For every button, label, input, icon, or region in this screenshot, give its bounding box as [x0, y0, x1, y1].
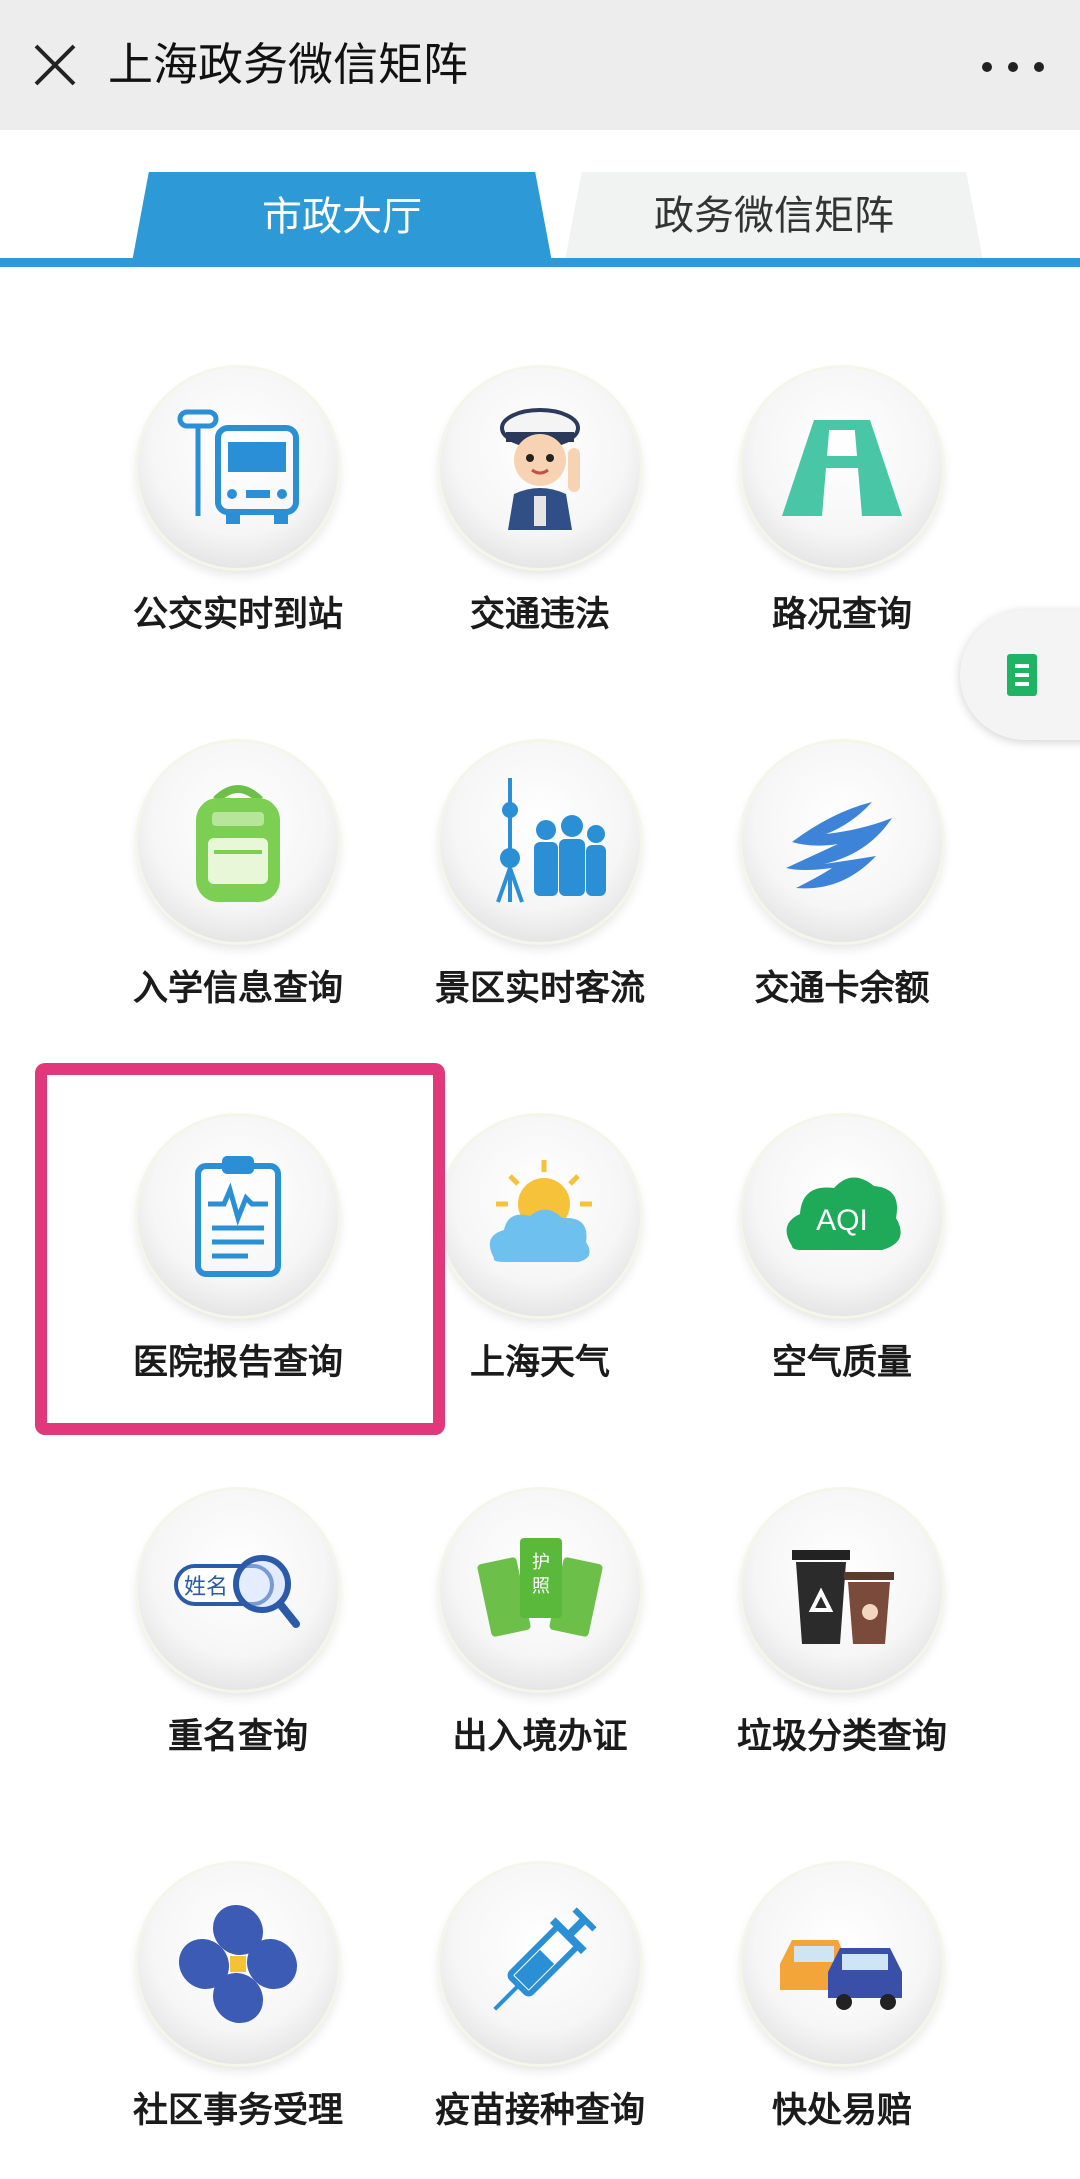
service-label: 快处易赔 [771, 2091, 912, 2131]
close-icon[interactable] [28, 38, 82, 92]
service-label: 重名查询 [167, 1717, 308, 1757]
service-label: 交通卡余额 [754, 969, 930, 1009]
service-label: 景区实时客流 [434, 969, 645, 1009]
service-item[interactable]: 垃圾分类查询 [692, 1490, 992, 1790]
service-item[interactable]: 交通违法 [390, 368, 690, 668]
page-title: 上海政务微信矩阵 [108, 38, 469, 91]
aqi-text: AQI [816, 1204, 868, 1237]
garbage-bins-icon [792, 1550, 894, 1644]
tab-city-hall[interactable]: 市政大厅 [132, 172, 552, 262]
service-item[interactable]: 公交实时到站 [88, 368, 388, 668]
weather-icon [489, 1160, 592, 1262]
service-item[interactable]: 交通卡余额 [692, 742, 992, 1042]
service-label: 出入境办证 [452, 1717, 628, 1757]
service-item[interactable]: 路况查询 [692, 368, 992, 668]
aqi-cloud-icon: AQI [786, 1177, 901, 1250]
service-label: 路况查询 [771, 595, 912, 635]
service-item[interactable]: 快处易赔 [692, 1864, 992, 2164]
tower-crowd-icon [496, 778, 606, 903]
service-label: 疫苗接种查询 [434, 2091, 645, 2131]
service-item[interactable]: 入学信息查询 [88, 742, 388, 1042]
police-officer-icon [500, 408, 580, 530]
backpack-icon [196, 785, 280, 902]
document-icon [1007, 654, 1037, 696]
svg-text:护: 护 [532, 1552, 550, 1573]
service-label: 垃圾分类查询 [736, 1717, 947, 1757]
car-collision-icon [780, 1940, 902, 2010]
service-item[interactable]: 护 照 出入境办证 [390, 1490, 690, 1790]
service-item[interactable]: 景区实时客流 [390, 742, 690, 1042]
service-label: 交通违法 [469, 595, 610, 635]
svg-text:照: 照 [532, 1576, 550, 1597]
road-icon [782, 420, 902, 516]
service-item[interactable]: 疫苗接种查询 [390, 1864, 690, 2164]
bus-stop-icon [177, 409, 299, 524]
service-item[interactable]: 姓名 重名查询 [88, 1490, 388, 1790]
service-label: 空气质量 [771, 1343, 912, 1383]
passport-icon: 护 照 [477, 1538, 603, 1637]
service-item[interactable]: AQI 空气质量 [692, 1116, 992, 1416]
floating-notes-button[interactable] [960, 610, 1080, 740]
service-item[interactable]: 社区事务受理 [88, 1864, 388, 2164]
tab-wechat-matrix[interactable]: 政务微信矩阵 [565, 172, 983, 260]
service-label: 入学信息查询 [132, 969, 343, 1009]
name-search-icon: 姓名 [174, 1555, 300, 1628]
community-icon [178, 1904, 298, 2024]
service-label: 社区事务受理 [132, 2091, 343, 2131]
name-text: 姓名 [184, 1575, 228, 1600]
highlight-frame [35, 1063, 445, 1435]
transport-card-icon [786, 802, 892, 889]
tab-underline [0, 258, 1080, 267]
more-options-icon[interactable] [978, 42, 1048, 88]
top-bar: 上海政务微信矩阵 [0, 0, 1080, 130]
syringe-icon [493, 1907, 597, 2011]
service-label: 公交实时到站 [132, 595, 343, 635]
